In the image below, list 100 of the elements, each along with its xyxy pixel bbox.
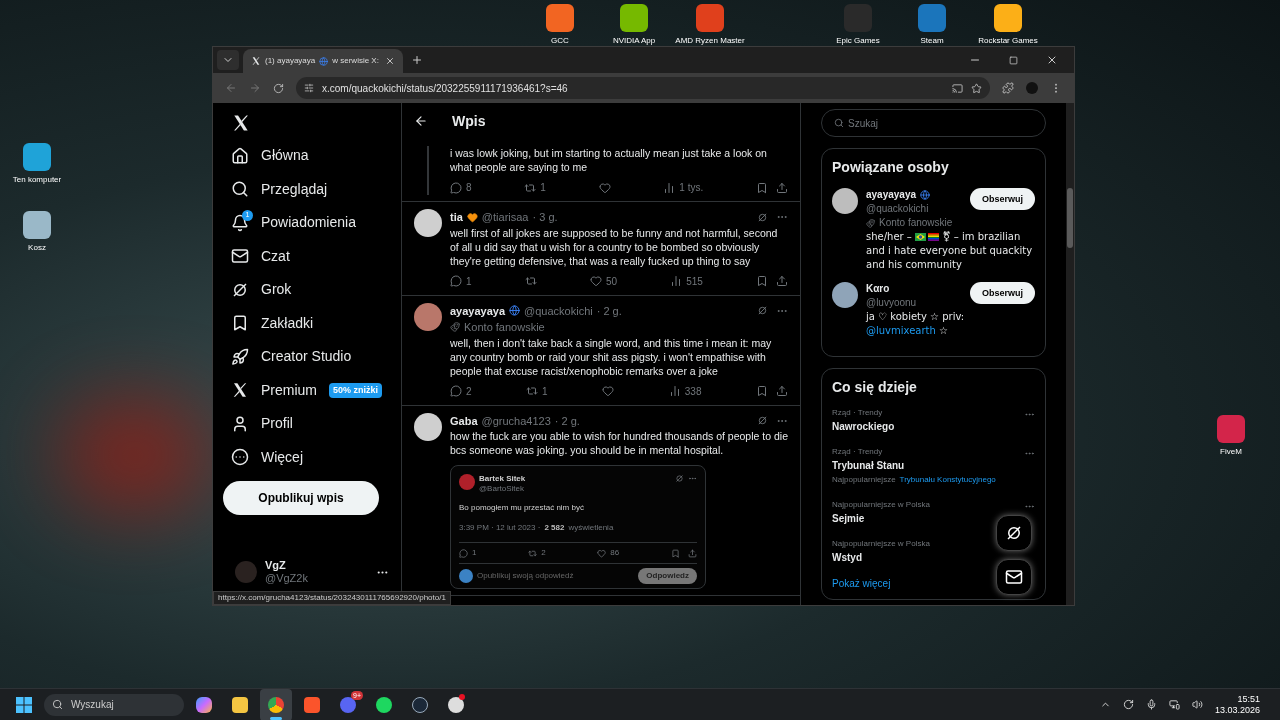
person-name[interactable]: Kαro [866, 282, 890, 296]
post-time[interactable]: · 3 g. [532, 209, 558, 226]
nav-item[interactable]: Creator Studio [223, 340, 389, 374]
back-icon[interactable] [414, 114, 428, 128]
close-icon[interactable] [385, 56, 395, 66]
author-handle[interactable]: @tiarisaa [481, 209, 529, 226]
trend-item[interactable]: Najpopularniejsze w Polska Wstyd [832, 537, 1035, 565]
trend-item[interactable]: Najpopularniejsze w Polska Sejmie [832, 498, 1035, 526]
messages-button[interactable] [996, 559, 1032, 595]
nav-item[interactable]: Premium 50% zniżki [223, 373, 389, 407]
slashed-circle-icon[interactable] [757, 211, 768, 223]
reply-button[interactable]: 1 [459, 547, 477, 559]
reply-icon [450, 385, 462, 397]
maximize-icon[interactable] [1009, 55, 1018, 65]
bookmark-button[interactable] [755, 181, 768, 194]
account-switcher[interactable]: VgZ @VgZ2k [223, 559, 389, 585]
author-handle[interactable]: @quackokichi [524, 302, 593, 319]
nav-item[interactable]: Przeglądaj [223, 172, 389, 206]
author-name[interactable]: ayayayaya [450, 302, 506, 319]
trend-item[interactable]: Rząd · Trendy Trybunał Stanu Najpopularniejsze Trybunału Konstytucyjnego [832, 445, 1035, 487]
share-button[interactable] [775, 181, 788, 194]
clock-time[interactable]: 15:51 [1237, 693, 1260, 705]
grok-button[interactable] [996, 515, 1032, 551]
taskbar-app[interactable] [260, 688, 292, 720]
x-logo-icon[interactable] [231, 381, 249, 400]
repost-button[interactable] [524, 275, 537, 287]
network-icon[interactable] [1168, 699, 1180, 710]
avatar[interactable] [414, 302, 442, 331]
views-button[interactable]: 1 tys. [663, 180, 704, 195]
embedded-screenshot[interactable]: Bartek Sitek @BartoSitek Bo pomogłem mu przestać nim być 3:39 PM · 12 lut 2023 · 2 582 wyświetlenia 1 2 86 Opublikuj swoją odpowiedź Odpowiedz [450, 465, 706, 589]
install-icon[interactable] [952, 82, 963, 94]
author-name[interactable]: Gaba [450, 412, 478, 429]
repost-button[interactable]: 2 [528, 547, 546, 559]
tab-search-button[interactable] [217, 50, 239, 70]
avatar[interactable] [414, 412, 442, 441]
reply-field[interactable]: Opublikuj swoją odpowiedź [477, 570, 635, 582]
repost-button[interactable]: 1 [524, 180, 546, 195]
taskbar-search-field[interactable]: Wyszukaj [44, 693, 184, 716]
slashed-circle-icon[interactable] [757, 305, 768, 317]
avatar[interactable] [832, 282, 858, 308]
reload-icon[interactable] [273, 82, 284, 94]
post-time[interactable]: · 2 g. [596, 302, 622, 319]
person-name[interactable]: ayayayaya [866, 188, 917, 202]
bookmark-button[interactable] [756, 275, 768, 287]
show-more-link[interactable]: Pokaż więcej [832, 576, 1035, 591]
post-time[interactable]: · 2 g. [554, 412, 580, 429]
close-icon[interactable] [1046, 54, 1058, 66]
person-handle[interactable]: @luvyoonu [866, 296, 970, 310]
avatar[interactable] [414, 209, 442, 237]
like-button[interactable]: 86 [597, 547, 620, 559]
like-button[interactable]: 50 [589, 273, 617, 289]
desktop-icon[interactable]: Ten komputer [0, 143, 77, 185]
share-button[interactable] [776, 385, 788, 397]
nav-item[interactable]: Zakładki [223, 306, 389, 340]
desktop-icon[interactable]: FiveM [1191, 415, 1271, 457]
author-handle[interactable]: @grucha4123 [481, 412, 551, 429]
nav-item[interactable]: Czat [223, 239, 389, 273]
scrollbar-thumb[interactable] [1067, 188, 1073, 248]
avatar[interactable] [832, 188, 858, 214]
bar-chart-icon [668, 385, 681, 397]
reply-button[interactable]: 2 [450, 383, 472, 399]
x-logo-icon[interactable] [231, 113, 251, 133]
repost-button[interactable]: 1 [526, 383, 548, 399]
like-button[interactable] [598, 181, 611, 194]
like-button[interactable] [602, 385, 615, 397]
clock-date[interactable]: 13.03.2026 [1214, 704, 1260, 716]
windows-start-icon[interactable] [16, 696, 32, 713]
share-button[interactable] [687, 548, 697, 558]
extensions-icon[interactable] [1002, 82, 1014, 94]
nav-item[interactable]: Więcej [223, 440, 389, 474]
post-button[interactable]: Opublikuj wpis [223, 481, 379, 515]
address-bar[interactable]: x.com/quackokichi/status/2032255911171936461?s=46 [296, 77, 990, 99]
sync-icon[interactable] [1122, 699, 1134, 710]
author-name[interactable]: tia [450, 209, 463, 226]
follow-button[interactable]: Obserwuj [970, 282, 1035, 304]
browser-tab[interactable]: (1) ayayayaya w serwisie X: [243, 49, 403, 73]
bookmark-star-icon[interactable] [971, 82, 982, 94]
heart-icon [589, 275, 602, 287]
profile-link[interactable]: @luvmixearth [866, 325, 936, 336]
site-settings-icon[interactable] [304, 83, 314, 93]
reply-button[interactable]: 1 [450, 273, 472, 289]
bookmark-button[interactable] [756, 385, 768, 397]
x-logo-icon[interactable] [251, 56, 261, 66]
nav-item[interactable]: Grok [223, 273, 389, 307]
nav-item[interactable]: Główna [223, 139, 389, 173]
trend-link[interactable]: Trybunału Konstytucyjnego [899, 473, 996, 487]
views-button[interactable]: 338 [668, 383, 702, 399]
nav-item[interactable]: Profil [223, 407, 389, 441]
trend-item[interactable]: Rząd · Trendy Nawrockiego [832, 406, 1035, 434]
reply-button[interactable]: Odpowiedz [638, 568, 697, 584]
speaker-icon[interactable] [1191, 699, 1203, 710]
follow-button[interactable]: Obserwuj [970, 188, 1035, 210]
microphone-icon[interactable] [1145, 699, 1157, 710]
slashed-circle-icon[interactable] [757, 415, 768, 427]
desktop-icon[interactable]: Kosz [0, 211, 77, 253]
reply-button[interactable]: 8 [450, 180, 472, 195]
views-button[interactable]: 515 [670, 273, 703, 289]
person-handle[interactable]: @quackokichi [866, 202, 970, 216]
share-button[interactable] [776, 275, 788, 287]
new-tab-icon[interactable] [411, 54, 423, 66]
